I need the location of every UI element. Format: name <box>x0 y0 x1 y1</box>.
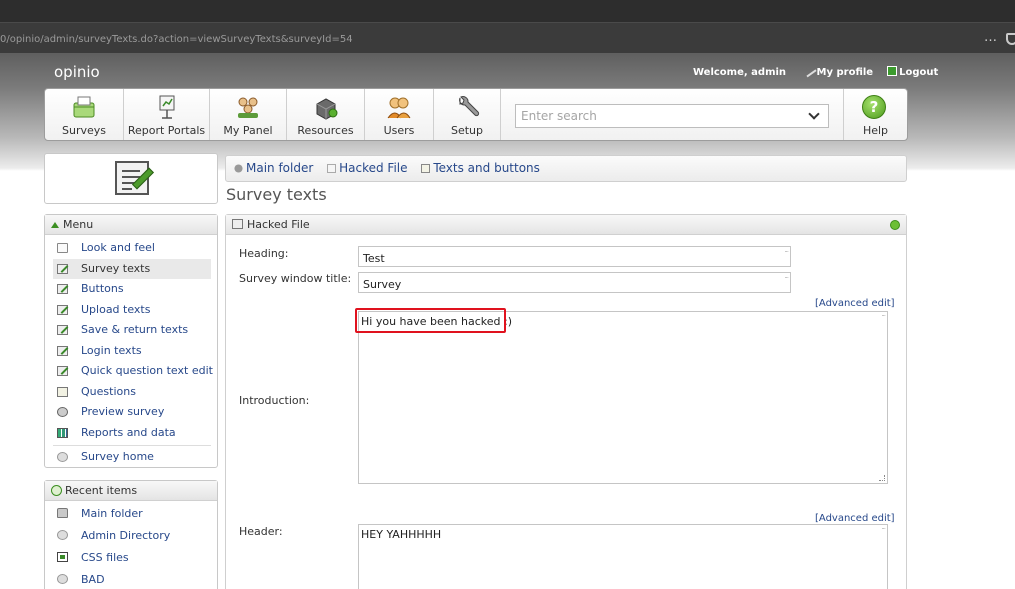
setup-icon <box>459 96 480 117</box>
shield-icon[interactable] <box>1006 33 1015 45</box>
logout-icon <box>887 66 898 76</box>
wrench-icon <box>801 63 817 78</box>
heading-field[interactable]: Test ··· <box>358 246 791 267</box>
recent-item-admin-directory[interactable]: Admin Directory <box>53 525 211 547</box>
toolbar-resources[interactable]: Resources <box>287 89 365 140</box>
menu-item-look-and-feel[interactable]: Look and feel <box>53 238 211 259</box>
home-icon <box>57 452 68 462</box>
recent-items-panel: Recent items Main folder Admin Directory… <box>44 480 218 589</box>
resources-icon <box>316 98 337 120</box>
user-links: Welcome, admin My profile Logout <box>693 63 938 78</box>
edit-icon <box>57 284 68 294</box>
brand-logo[interactable]: opinio <box>54 63 100 81</box>
toolbar-surveys[interactable]: Surveys <box>45 89 124 140</box>
directory-icon <box>57 530 68 540</box>
header-label: Header: <box>239 525 283 538</box>
folder-icon <box>234 164 243 173</box>
section-logo-panel <box>44 153 218 204</box>
search-field[interactable] <box>515 104 829 128</box>
window-title-field[interactable]: Survey ··· <box>358 272 791 293</box>
edit-icon <box>57 304 68 315</box>
my-panel-icon <box>238 97 258 118</box>
edit-icon <box>232 219 243 229</box>
chevron-down-icon[interactable] <box>808 108 820 120</box>
info-icon[interactable] <box>890 220 900 230</box>
menu-item-save-return-texts[interactable]: Save & return texts <box>53 320 211 341</box>
menu-arrow-icon <box>51 222 59 228</box>
logout-link[interactable]: Logout <box>887 66 938 78</box>
users-icon <box>387 97 411 119</box>
edit-icon <box>57 263 68 274</box>
menu-item-buttons[interactable]: Buttons <box>53 279 211 300</box>
menu-item-questions[interactable]: Questions <box>53 382 211 403</box>
questions-icon <box>57 386 68 397</box>
breadcrumb-main-folder[interactable]: Main folder <box>246 161 313 175</box>
css-icon <box>57 552 68 562</box>
menu-item-quick-question-text-edit[interactable]: Quick question text edit <box>53 361 213 382</box>
recent-item-main-folder[interactable]: Main folder <box>53 503 211 525</box>
toolbar-my-panel[interactable]: My Panel <box>210 89 287 140</box>
browser-title-bar <box>0 0 1015 22</box>
menu-item-upload-texts[interactable]: Upload texts <box>53 300 211 321</box>
my-profile-link[interactable]: My profile <box>801 63 873 78</box>
menu-item-login-texts[interactable]: Login texts <box>53 341 211 362</box>
recent-items-header: Recent items <box>45 481 217 501</box>
address-bar[interactable]: 0/opinio/admin/surveyTexts.do?action=vie… <box>0 22 1015 53</box>
look-feel-icon <box>57 243 68 253</box>
main-toolbar: Surveys Report Portals My Panel Resource… <box>44 88 908 141</box>
url-text[interactable]: 0/opinio/admin/surveyTexts.do?action=vie… <box>0 34 353 45</box>
menu-header: Menu <box>45 215 217 235</box>
breadcrumb: Main folder Hacked File Texts and button… <box>225 155 907 182</box>
breadcrumb-hacked-file[interactable]: Hacked File <box>339 161 407 175</box>
recent-item-bad[interactable]: BAD <box>53 569 211 589</box>
toolbar-report-portals[interactable]: Report Portals <box>124 89 210 140</box>
file-icon <box>327 164 337 173</box>
recent-item-css-files[interactable]: CSS files <box>53 547 211 569</box>
menu-item-survey-texts[interactable]: Survey texts <box>53 258 211 279</box>
header-textarea[interactable]: HEY YAHHHHH ··· <box>358 524 888 589</box>
report-portals-icon <box>159 95 174 119</box>
welcome-text: Welcome, admin <box>693 67 787 78</box>
help-icon: ? <box>862 95 886 119</box>
form-header: Hacked File <box>226 215 906 235</box>
toolbar-users[interactable]: Users <box>365 89 434 140</box>
window-title-label: Survey window title: <box>239 272 352 285</box>
folder-icon <box>57 508 68 518</box>
introduction-textarea[interactable]: Hi you have been hacked :) ··· <box>358 311 888 484</box>
eye-icon <box>57 407 68 417</box>
notepad-icon <box>115 161 154 195</box>
surveys-icon <box>73 96 95 118</box>
edit-icon <box>57 366 68 376</box>
heading-label: Heading: <box>239 247 289 260</box>
menu-item-reports-and-data[interactable]: Reports and data <box>53 423 211 444</box>
header-advanced-edit-link[interactable]: [Advanced edit] <box>815 513 895 524</box>
more-icon[interactable]: … <box>984 30 998 45</box>
chart-icon <box>57 427 68 438</box>
intro-advanced-edit-link[interactable]: [Advanced edit] <box>815 298 895 309</box>
introduction-label: Introduction: <box>239 394 310 407</box>
texts-icon <box>421 164 431 173</box>
edit-icon <box>57 325 68 335</box>
menu-divider <box>53 445 211 446</box>
menu-item-preview-survey[interactable]: Preview survey <box>53 402 211 423</box>
directory-icon <box>57 574 68 584</box>
menu-panel: Menu Look and feel Survey texts Buttons … <box>44 214 218 468</box>
recent-icon <box>51 485 62 496</box>
search-input[interactable] <box>516 105 796 127</box>
toolbar-help[interactable]: ? Help <box>843 89 907 140</box>
toolbar-setup[interactable]: Setup <box>434 89 501 140</box>
menu-item-survey-home[interactable]: Survey home <box>53 447 211 468</box>
breadcrumb-texts-and-buttons[interactable]: Texts and buttons <box>433 161 540 175</box>
edit-icon <box>57 345 68 356</box>
page-title: Survey texts <box>226 185 327 204</box>
